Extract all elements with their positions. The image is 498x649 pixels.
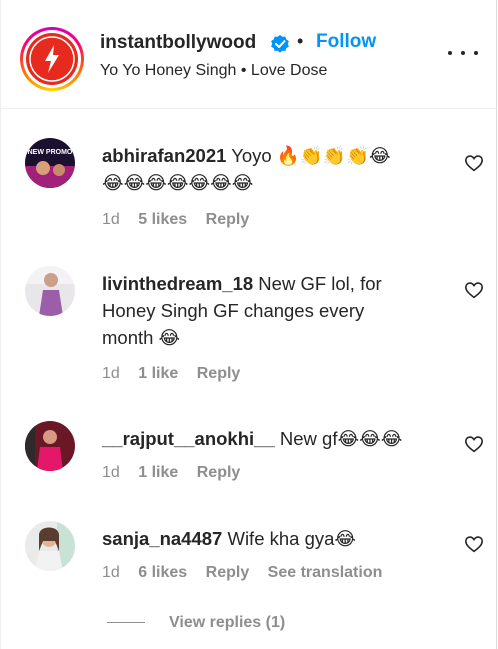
commenter-avatar[interactable] xyxy=(25,266,75,316)
comment-meta: 1d 6 likes Reply See translation xyxy=(102,564,396,582)
comment-likes[interactable]: 5 likes xyxy=(138,211,187,228)
like-heart-icon[interactable] xyxy=(464,154,484,172)
like-heart-icon[interactable] xyxy=(464,535,484,553)
comment-username[interactable]: sanja_na4487 xyxy=(102,528,222,549)
comment-meta: 1d 1 like Reply xyxy=(102,464,254,482)
comment-time[interactable]: 1d xyxy=(102,365,120,382)
view-replies-button[interactable]: View replies (1) xyxy=(107,614,285,632)
comment-body-line-3: month 😂 xyxy=(102,327,181,348)
comment-meta: 1d 1 like Reply xyxy=(102,365,254,383)
post-header: instantbollywood • Follow Yo Yo Honey Si… xyxy=(0,0,497,109)
comment-time[interactable]: 1d xyxy=(102,564,120,581)
comment-username[interactable]: abhirafan2021 xyxy=(102,145,226,166)
commenter-avatar[interactable] xyxy=(25,421,75,471)
like-heart-icon[interactable] xyxy=(464,281,484,299)
comment-body: New gf😂😂😂 xyxy=(279,428,403,449)
audio-subtitle[interactable]: Yo Yo Honey Singh • Love Dose xyxy=(100,62,327,80)
comment-text: __rajput__anokhi__ New gf😂😂😂 xyxy=(102,425,442,452)
comment-item: __rajput__anokhi__ New gf😂😂😂 1d 1 like R… xyxy=(0,421,497,491)
avatar-caption: NEW PROMO xyxy=(28,149,73,156)
account-username[interactable]: instantbollywood xyxy=(100,32,256,54)
see-translation-link[interactable]: See translation xyxy=(268,564,383,581)
comment-username[interactable]: livinthedream_18 xyxy=(102,273,253,294)
reply-button[interactable]: Reply xyxy=(197,365,241,382)
comment-text: livinthedream_18 New GF lol, for Honey S… xyxy=(102,270,442,351)
reply-button[interactable]: Reply xyxy=(206,564,250,581)
replies-divider xyxy=(107,622,145,624)
comment-username[interactable]: __rajput__anokhi__ xyxy=(102,428,275,449)
comment-body: New GF lol, for xyxy=(258,273,382,294)
comment-meta: 1d 5 likes Reply xyxy=(102,211,263,229)
follow-button[interactable]: Follow xyxy=(316,31,376,53)
reply-button[interactable]: Reply xyxy=(206,211,250,228)
comment-likes[interactable]: 1 like xyxy=(138,464,178,481)
comment-item: livinthedream_18 New GF lol, for Honey S… xyxy=(0,266,497,386)
comment-time[interactable]: 1d xyxy=(102,211,120,228)
comment-body-line-2: Honey Singh GF changes every xyxy=(102,300,365,321)
comment-body: Yoyo 🔥👏👏👏😂 xyxy=(231,145,391,166)
comment-text: abhirafan2021 Yoyo 🔥👏👏👏😂 😂😂😂😂😂😂😂 xyxy=(102,142,442,196)
comment-time[interactable]: 1d xyxy=(102,464,120,481)
comment-item: NEW PROMO abhirafan2021 Yoyo 🔥👏👏👏😂 😂😂😂😂😂… xyxy=(0,138,497,238)
account-avatar[interactable] xyxy=(20,27,84,91)
comment-likes[interactable]: 1 like xyxy=(138,365,178,382)
reply-button[interactable]: Reply xyxy=(197,464,241,481)
comment-text: sanja_na4487 Wife kha gya😂 xyxy=(102,525,442,552)
comment-item: sanja_na4487 Wife kha gya😂 1d 6 likes Re… xyxy=(0,521,497,591)
commenter-avatar[interactable]: NEW PROMO xyxy=(25,138,75,188)
more-options-icon[interactable] xyxy=(448,43,478,63)
instantbollywood-logo xyxy=(26,33,78,85)
comment-body-line-2: 😂😂😂😂😂😂😂 xyxy=(102,172,254,193)
avatar-border xyxy=(23,30,81,88)
commenter-avatar[interactable] xyxy=(25,521,75,571)
like-heart-icon[interactable] xyxy=(464,435,484,453)
separator-dot: • xyxy=(297,31,304,51)
comment-likes[interactable]: 6 likes xyxy=(138,564,187,581)
verified-badge-icon xyxy=(270,34,290,59)
view-replies-label: View replies (1) xyxy=(169,614,286,631)
comment-body: Wife kha gya😂 xyxy=(227,528,357,549)
